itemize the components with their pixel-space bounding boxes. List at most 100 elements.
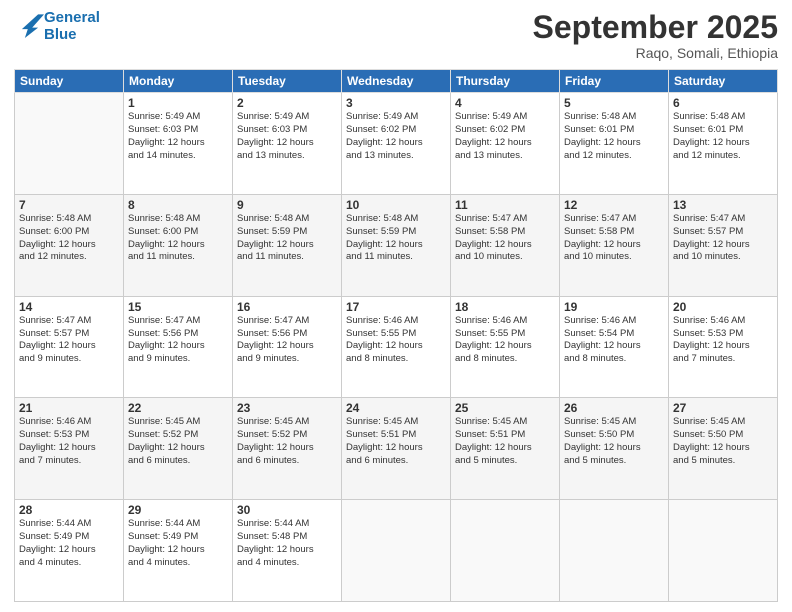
table-row: 7Sunrise: 5:48 AM Sunset: 6:00 PM Daylig… — [15, 194, 124, 296]
day-number: 27 — [673, 401, 773, 415]
day-info: Sunrise: 5:46 AM Sunset: 5:54 PM Dayligh… — [564, 315, 664, 366]
col-tuesday: Tuesday — [233, 70, 342, 93]
day-info: Sunrise: 5:47 AM Sunset: 5:56 PM Dayligh… — [237, 315, 337, 366]
day-info: Sunrise: 5:47 AM Sunset: 5:57 PM Dayligh… — [19, 315, 119, 366]
calendar-week-4: 21Sunrise: 5:46 AM Sunset: 5:53 PM Dayli… — [15, 398, 778, 500]
day-info: Sunrise: 5:47 AM Sunset: 5:58 PM Dayligh… — [455, 213, 555, 264]
table-row — [342, 500, 451, 602]
day-number: 24 — [346, 401, 446, 415]
day-info: Sunrise: 5:48 AM Sunset: 6:00 PM Dayligh… — [19, 213, 119, 264]
table-row: 26Sunrise: 5:45 AM Sunset: 5:50 PM Dayli… — [560, 398, 669, 500]
table-row: 16Sunrise: 5:47 AM Sunset: 5:56 PM Dayli… — [233, 296, 342, 398]
day-number: 30 — [237, 503, 337, 517]
day-info: Sunrise: 5:49 AM Sunset: 6:02 PM Dayligh… — [455, 111, 555, 162]
day-info: Sunrise: 5:44 AM Sunset: 5:49 PM Dayligh… — [19, 518, 119, 569]
day-number: 26 — [564, 401, 664, 415]
day-info: Sunrise: 5:46 AM Sunset: 5:55 PM Dayligh… — [346, 315, 446, 366]
table-row: 12Sunrise: 5:47 AM Sunset: 5:58 PM Dayli… — [560, 194, 669, 296]
day-number: 6 — [673, 96, 773, 110]
table-row: 8Sunrise: 5:48 AM Sunset: 6:00 PM Daylig… — [124, 194, 233, 296]
day-info: Sunrise: 5:44 AM Sunset: 5:48 PM Dayligh… — [237, 518, 337, 569]
day-number: 16 — [237, 300, 337, 314]
day-number: 22 — [128, 401, 228, 415]
day-number: 25 — [455, 401, 555, 415]
day-info: Sunrise: 5:47 AM Sunset: 5:56 PM Dayligh… — [128, 315, 228, 366]
table-row: 24Sunrise: 5:45 AM Sunset: 5:51 PM Dayli… — [342, 398, 451, 500]
day-number: 2 — [237, 96, 337, 110]
table-row: 14Sunrise: 5:47 AM Sunset: 5:57 PM Dayli… — [15, 296, 124, 398]
header: General Blue September 2025 Raqo, Somali… — [14, 10, 778, 61]
table-row: 15Sunrise: 5:47 AM Sunset: 5:56 PM Dayli… — [124, 296, 233, 398]
day-info: Sunrise: 5:45 AM Sunset: 5:52 PM Dayligh… — [128, 416, 228, 467]
day-number: 28 — [19, 503, 119, 517]
table-row: 30Sunrise: 5:44 AM Sunset: 5:48 PM Dayli… — [233, 500, 342, 602]
day-number: 21 — [19, 401, 119, 415]
day-number: 9 — [237, 198, 337, 212]
day-info: Sunrise: 5:49 AM Sunset: 6:03 PM Dayligh… — [128, 111, 228, 162]
day-info: Sunrise: 5:48 AM Sunset: 6:01 PM Dayligh… — [673, 111, 773, 162]
day-info: Sunrise: 5:45 AM Sunset: 5:51 PM Dayligh… — [346, 416, 446, 467]
day-info: Sunrise: 5:46 AM Sunset: 5:53 PM Dayligh… — [673, 315, 773, 366]
calendar-week-3: 14Sunrise: 5:47 AM Sunset: 5:57 PM Dayli… — [15, 296, 778, 398]
table-row: 9Sunrise: 5:48 AM Sunset: 5:59 PM Daylig… — [233, 194, 342, 296]
day-number: 11 — [455, 198, 555, 212]
logo-line2: Blue — [44, 26, 77, 43]
header-row: Sunday Monday Tuesday Wednesday Thursday… — [15, 70, 778, 93]
table-row — [15, 93, 124, 195]
day-number: 5 — [564, 96, 664, 110]
day-info: Sunrise: 5:45 AM Sunset: 5:52 PM Dayligh… — [237, 416, 337, 467]
day-number: 1 — [128, 96, 228, 110]
day-number: 14 — [19, 300, 119, 314]
calendar-table: Sunday Monday Tuesday Wednesday Thursday… — [14, 69, 778, 602]
day-number: 12 — [564, 198, 664, 212]
day-number: 19 — [564, 300, 664, 314]
day-info: Sunrise: 5:45 AM Sunset: 5:51 PM Dayligh… — [455, 416, 555, 467]
table-row: 13Sunrise: 5:47 AM Sunset: 5:57 PM Dayli… — [669, 194, 778, 296]
page: General Blue September 2025 Raqo, Somali… — [0, 0, 792, 612]
logo-line1: General — [44, 9, 100, 26]
table-row: 5Sunrise: 5:48 AM Sunset: 6:01 PM Daylig… — [560, 93, 669, 195]
day-number: 7 — [19, 198, 119, 212]
location: Raqo, Somali, Ethiopia — [533, 45, 778, 61]
title-block: September 2025 Raqo, Somali, Ethiopia — [533, 10, 778, 61]
table-row: 2Sunrise: 5:49 AM Sunset: 6:03 PM Daylig… — [233, 93, 342, 195]
day-number: 23 — [237, 401, 337, 415]
table-row: 25Sunrise: 5:45 AM Sunset: 5:51 PM Dayli… — [451, 398, 560, 500]
table-row: 18Sunrise: 5:46 AM Sunset: 5:55 PM Dayli… — [451, 296, 560, 398]
day-info: Sunrise: 5:47 AM Sunset: 5:57 PM Dayligh… — [673, 213, 773, 264]
table-row: 21Sunrise: 5:46 AM Sunset: 5:53 PM Dayli… — [15, 398, 124, 500]
day-info: Sunrise: 5:48 AM Sunset: 6:01 PM Dayligh… — [564, 111, 664, 162]
table-row: 11Sunrise: 5:47 AM Sunset: 5:58 PM Dayli… — [451, 194, 560, 296]
logo: General Blue — [14, 10, 100, 43]
table-row — [560, 500, 669, 602]
day-info: Sunrise: 5:46 AM Sunset: 5:55 PM Dayligh… — [455, 315, 555, 366]
day-number: 4 — [455, 96, 555, 110]
day-number: 10 — [346, 198, 446, 212]
col-thursday: Thursday — [451, 70, 560, 93]
table-row: 10Sunrise: 5:48 AM Sunset: 5:59 PM Dayli… — [342, 194, 451, 296]
month-title: September 2025 — [533, 10, 778, 45]
day-number: 3 — [346, 96, 446, 110]
calendar-week-2: 7Sunrise: 5:48 AM Sunset: 6:00 PM Daylig… — [15, 194, 778, 296]
day-info: Sunrise: 5:45 AM Sunset: 5:50 PM Dayligh… — [673, 416, 773, 467]
day-number: 13 — [673, 198, 773, 212]
table-row: 27Sunrise: 5:45 AM Sunset: 5:50 PM Dayli… — [669, 398, 778, 500]
day-number: 20 — [673, 300, 773, 314]
col-monday: Monday — [124, 70, 233, 93]
day-info: Sunrise: 5:47 AM Sunset: 5:58 PM Dayligh… — [564, 213, 664, 264]
table-row: 1Sunrise: 5:49 AM Sunset: 6:03 PM Daylig… — [124, 93, 233, 195]
logo-icon — [16, 10, 44, 38]
table-row: 22Sunrise: 5:45 AM Sunset: 5:52 PM Dayli… — [124, 398, 233, 500]
col-friday: Friday — [560, 70, 669, 93]
day-info: Sunrise: 5:44 AM Sunset: 5:49 PM Dayligh… — [128, 518, 228, 569]
day-number: 8 — [128, 198, 228, 212]
col-sunday: Sunday — [15, 70, 124, 93]
table-row — [669, 500, 778, 602]
col-saturday: Saturday — [669, 70, 778, 93]
calendar-week-1: 1Sunrise: 5:49 AM Sunset: 6:03 PM Daylig… — [15, 93, 778, 195]
day-info: Sunrise: 5:49 AM Sunset: 6:03 PM Dayligh… — [237, 111, 337, 162]
table-row: 3Sunrise: 5:49 AM Sunset: 6:02 PM Daylig… — [342, 93, 451, 195]
calendar-week-5: 28Sunrise: 5:44 AM Sunset: 5:49 PM Dayli… — [15, 500, 778, 602]
table-row: 4Sunrise: 5:49 AM Sunset: 6:02 PM Daylig… — [451, 93, 560, 195]
day-info: Sunrise: 5:49 AM Sunset: 6:02 PM Dayligh… — [346, 111, 446, 162]
